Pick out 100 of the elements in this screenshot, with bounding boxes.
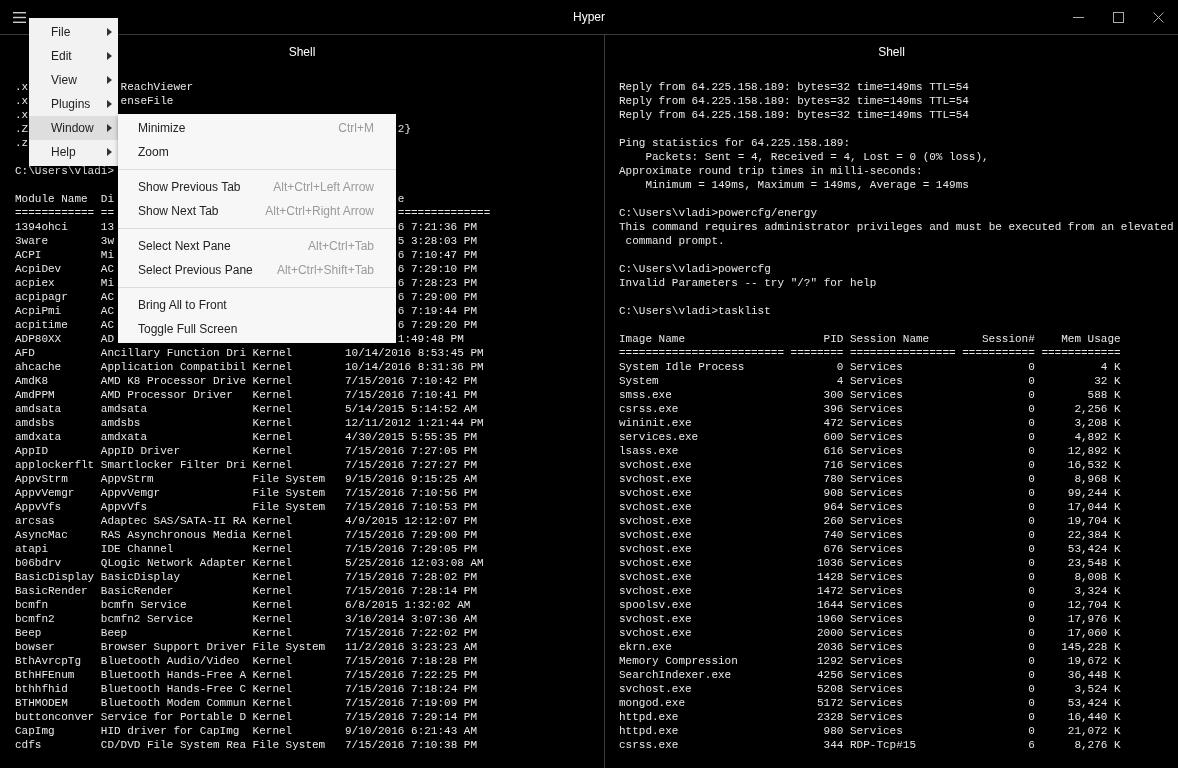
table-cell: bcmfn2: [15, 612, 55, 626]
submenu-arrow-icon: [107, 28, 112, 36]
table-cell: applockerflt: [15, 458, 95, 472]
table-cell: arcsas: [15, 514, 55, 528]
table-cell: System: [619, 374, 659, 388]
table-cell: Kernel: [252, 696, 293, 710]
table-cell: Bluetooth Audio/Video: [100, 654, 240, 668]
table-cell: Services: [850, 514, 903, 528]
table-cell: 6 7:29:10 PM: [397, 262, 478, 276]
table-cell: 7/15/2016 7:10:56 PM: [345, 486, 478, 500]
table-cell: BTHMODEM: [15, 696, 68, 710]
table-cell: 10/14/2016 8:53:45 PM: [345, 346, 484, 360]
table-cell: acpitime: [15, 318, 68, 332]
table-cell: smss.exe: [619, 388, 672, 402]
table-cell: 3/16/2014 3:07:36 AM: [345, 612, 478, 626]
table-cell: HID driver for CapImg: [100, 724, 240, 738]
table-cell: csrss.exe: [619, 738, 679, 752]
submenu-arrow-icon: [107, 100, 112, 108]
table-cell: Kernel: [252, 584, 293, 598]
table-cell: 8,276 K: [1074, 738, 1121, 752]
submenu-item[interactable]: Minimize Ctrl+M: [118, 116, 396, 140]
menu-item[interactable]: Window: [29, 116, 118, 140]
table-cell: 0: [1028, 570, 1035, 584]
submenu-item[interactable]: Show Previous Tab Alt+Ctrl+Left Arrow: [118, 175, 396, 199]
table-cell: BthHFEnum: [15, 668, 75, 682]
table-cell: svchost.exe: [619, 626, 692, 640]
submenu-item[interactable]: Select Previous Pane Alt+Ctrl+Shift+Tab: [118, 258, 396, 282]
table-cell: svchost.exe: [619, 556, 692, 570]
table-cell: 964: [823, 500, 844, 514]
menu-icon[interactable]: [13, 11, 26, 23]
table-cell: 7/15/2016 7:27:27 PM: [345, 458, 478, 472]
table-cell: 7/15/2016 7:29:05 PM: [345, 542, 478, 556]
menu-item[interactable]: Plugins: [29, 92, 118, 116]
table-cell: 6 7:21:36 PM: [397, 220, 478, 234]
table-cell: Services: [850, 416, 903, 430]
table-cell: 472: [823, 416, 844, 430]
table-cell: svchost.exe: [619, 458, 692, 472]
table-cell: 0: [1028, 654, 1035, 668]
table-cell: b06bdrv: [15, 556, 62, 570]
table-cell: Session Name: [850, 332, 930, 346]
table-cell: svchost.exe: [619, 570, 692, 584]
table-cell: csrss.exe: [619, 402, 679, 416]
table-cell: 616: [823, 444, 844, 458]
menu-item[interactable]: Help: [29, 140, 118, 164]
submenu-item[interactable]: Zoom: [118, 140, 396, 164]
table-cell: services.exe: [619, 430, 699, 444]
table-cell: 8,008 K: [1074, 570, 1121, 584]
table-cell: 99,244 K: [1067, 486, 1121, 500]
menu-item[interactable]: Edit: [29, 44, 118, 68]
table-cell: ===========: [962, 346, 1035, 360]
table-cell: 17,060 K: [1067, 626, 1121, 640]
menu-item[interactable]: File: [29, 20, 118, 44]
submenu-item[interactable]: Bring All to Front: [118, 293, 396, 317]
table-cell: Services: [850, 556, 903, 570]
table-cell: Services: [850, 444, 903, 458]
terminal-line: Invalid Parameters -- try "/?" for help: [619, 277, 877, 289]
menu-item[interactable]: View: [29, 68, 118, 92]
table-cell: Services: [850, 528, 903, 542]
table-cell: Bluetooth Hands-Free A: [100, 668, 247, 682]
table-cell: 10/14/2016 8:31:36 PM: [345, 360, 484, 374]
table-cell: Mem Usage: [1061, 332, 1121, 346]
maximize-icon: [1112, 11, 1124, 23]
table-cell: Services: [850, 724, 903, 738]
table-cell: 19,672 K: [1067, 654, 1121, 668]
table-cell: 7/15/2016 7:28:02 PM: [345, 570, 478, 584]
table-cell: 1036: [817, 556, 844, 570]
table-cell: Services: [850, 598, 903, 612]
table-cell: 0: [1028, 710, 1035, 724]
submenu-item[interactable]: Select Next Pane Alt+Ctrl+Tab: [118, 234, 396, 258]
table-cell: AppvVfs: [15, 500, 62, 514]
submenu-item[interactable]: Toggle Full Screen: [118, 317, 396, 341]
table-cell: spoolsv.exe: [619, 598, 692, 612]
pane-title: Shell: [288, 45, 316, 59]
table-cell: AcpiPmi: [15, 304, 62, 318]
table-cell: 32 K: [1094, 374, 1121, 388]
table-cell: ============: [15, 206, 95, 220]
table-cell: Memory Compression: [619, 654, 738, 668]
table-cell: AppvStrm: [100, 472, 154, 486]
submenu-item[interactable]: Show Next Tab Alt+Ctrl+Right Arrow: [118, 199, 396, 223]
table-cell: 4/9/2015 12:12:07 PM: [345, 514, 478, 528]
table-cell: 5/25/2016 12:03:08 AM: [345, 556, 484, 570]
terminal-line: .z: [15, 137, 29, 149]
table-cell: AmdPPM: [15, 388, 55, 402]
terminal-line: C:\Users\vladi>: [15, 165, 115, 177]
table-cell: 300: [823, 388, 844, 402]
table-cell: Kernel: [252, 724, 293, 738]
table-cell: 7/15/2016 7:19:09 PM: [345, 696, 478, 710]
table-cell: lsass.exe: [619, 444, 679, 458]
table-cell: 0: [1028, 514, 1035, 528]
table-cell: 53,424 K: [1067, 542, 1121, 556]
table-cell: AcpiDev: [15, 262, 62, 276]
table-cell: 0: [836, 360, 844, 374]
table-cell: 3,524 K: [1074, 682, 1121, 696]
table-cell: 396: [823, 402, 844, 416]
submenu-arrow-icon: [107, 76, 112, 84]
table-cell: CD/DVD File System Rea: [100, 738, 247, 752]
table-cell: Services: [850, 612, 903, 626]
table-cell: svchost.exe: [619, 514, 692, 528]
table-cell: 0: [1028, 458, 1035, 472]
table-cell: Services: [850, 402, 903, 416]
